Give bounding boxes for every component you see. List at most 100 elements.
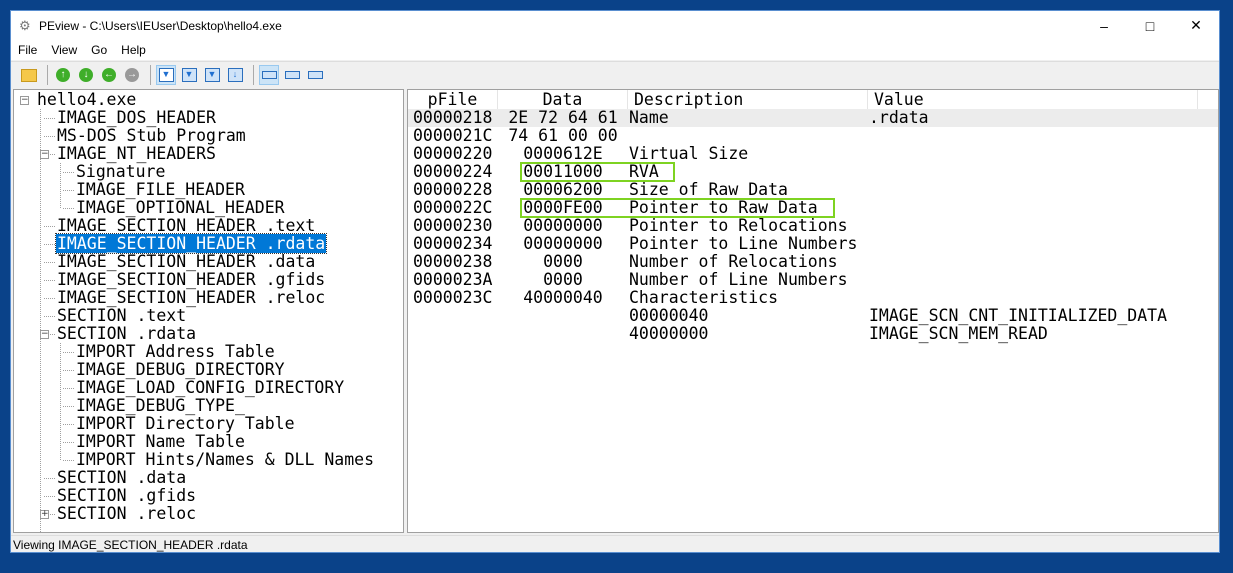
cell-desc[interactable]: Name (629, 109, 869, 127)
cell-data[interactable]: 0000 (498, 271, 628, 289)
collapse-icon[interactable]: − (40, 330, 49, 339)
cell-pfile[interactable]: 00000230 (413, 217, 498, 235)
tree-item[interactable]: SECTION .gfids (56, 487, 197, 505)
cell-pfile[interactable]: 0000021C (413, 127, 498, 145)
cell-data[interactable]: 2E 72 64 61 (498, 109, 628, 127)
tree-item[interactable]: IMAGE_DOS_HEADER (56, 109, 217, 127)
maximize-button[interactable]: □ (1127, 11, 1173, 40)
cell-value[interactable] (869, 127, 1199, 145)
cell-desc[interactable]: Number of Relocations (629, 253, 869, 271)
collapse-icon[interactable]: − (20, 96, 29, 105)
cell-value[interactable] (869, 181, 1199, 199)
cell-pfile[interactable]: 0000023C (413, 289, 498, 307)
cell-value[interactable] (869, 253, 1199, 271)
column-header-data[interactable]: Data (498, 90, 628, 109)
cell-value[interactable] (869, 271, 1199, 289)
cell-value[interactable]: IMAGE_SCN_MEM_READ (869, 325, 1199, 343)
collapse-icon[interactable]: − (40, 150, 49, 159)
cell-desc[interactable]: Pointer to Line Numbers (629, 235, 869, 253)
close-button[interactable]: ✕ (1173, 11, 1219, 40)
view-narrow-button[interactable] (305, 65, 325, 85)
tree-item[interactable]: IMPORT Directory Table (75, 415, 296, 433)
column-header-value[interactable]: Value (868, 90, 1198, 109)
menu-view[interactable]: View (44, 43, 84, 57)
menu-help[interactable]: Help (114, 43, 153, 57)
cell-pfile[interactable] (413, 325, 498, 343)
cell-desc[interactable] (629, 127, 869, 145)
go-down-button[interactable]: ↓ (76, 65, 96, 85)
cell-pfile[interactable]: 0000022C (413, 199, 498, 217)
cell-data[interactable]: 40000040 (498, 289, 628, 307)
cell-value[interactable]: .rdata (869, 109, 1199, 127)
tree-item[interactable]: IMAGE_DEBUG_TYPE_ (75, 397, 246, 415)
tree-item[interactable]: IMAGE_SECTION_HEADER .gfids (56, 271, 326, 289)
menu-file[interactable]: File (11, 43, 44, 57)
cell-pfile[interactable]: 00000220 (413, 145, 498, 163)
cell-desc[interactable]: Characteristics (629, 289, 869, 307)
cell-desc[interactable]: Virtual Size (629, 145, 869, 163)
cell-pfile[interactable] (413, 307, 498, 325)
cell-data[interactable]: 74 61 00 00 (498, 127, 628, 145)
cell-pfile[interactable]: 0000023A (413, 271, 498, 289)
cell-value[interactable] (869, 145, 1199, 163)
minimize-button[interactable]: – (1081, 11, 1127, 40)
tree-item[interactable]: SECTION .text (56, 307, 187, 325)
tree-item[interactable]: IMPORT Hints/Names & DLL Names (75, 451, 375, 469)
cell-data[interactable] (498, 307, 628, 325)
tree-item[interactable]: IMAGE_SECTION_HEADER .rdata (54, 233, 328, 254)
expand-icon[interactable]: + (40, 510, 49, 519)
cell-desc[interactable]: Pointer to Relocations (629, 217, 869, 235)
view-medium-button[interactable] (282, 65, 302, 85)
cell-value[interactable] (869, 163, 1199, 181)
tree-item[interactable]: IMPORT Name Table (75, 433, 246, 451)
tree-item[interactable]: MS-DOS Stub Program (56, 127, 247, 145)
cell-data[interactable]: 0000 (498, 253, 628, 271)
tree-item[interactable]: hello4.exe (36, 91, 137, 109)
open-button[interactable] (19, 65, 39, 85)
column-header-pfile[interactable]: pFile (408, 90, 498, 109)
detail-table[interactable]: pFile Data Description Value 00000218 2E … (407, 89, 1219, 533)
cell-pfile[interactable]: 00000218 (413, 109, 498, 127)
tree-item[interactable]: SECTION .data (56, 469, 187, 487)
cell-value[interactable] (869, 199, 1199, 217)
cell-desc[interactable]: Size of Raw Data (629, 181, 869, 199)
cell-data[interactable]: 00000000 (498, 235, 628, 253)
view-word-button[interactable]: ▼ (202, 65, 222, 85)
tree-item[interactable]: IMAGE_DEBUG_DIRECTORY (75, 361, 286, 379)
view-wide-button[interactable] (259, 65, 279, 85)
column-header-description[interactable]: Description (628, 90, 868, 109)
cell-desc[interactable]: 40000000 (629, 325, 869, 343)
cell-value[interactable] (869, 289, 1199, 307)
forward-button[interactable]: → (122, 65, 142, 85)
cell-pfile[interactable]: 00000238 (413, 253, 498, 271)
tree-item[interactable]: IMAGE_LOAD_CONFIG_DIRECTORY (75, 379, 345, 397)
go-up-button[interactable]: ↑ (53, 65, 73, 85)
cell-pfile[interactable]: 00000228 (413, 181, 498, 199)
view-hex-button[interactable]: ▼ (156, 65, 176, 85)
cell-pfile[interactable]: 00000234 (413, 235, 498, 253)
tree-item[interactable]: IMAGE_NT_HEADERS (56, 145, 217, 163)
cell-value[interactable] (869, 217, 1199, 235)
tree-item[interactable]: IMPORT Address Table (75, 343, 276, 361)
cell-value[interactable] (869, 235, 1199, 253)
cell-desc[interactable]: 00000040 (629, 307, 869, 325)
tree-item[interactable]: IMAGE_SECTION_HEADER .reloc (56, 289, 326, 307)
tree-item[interactable]: IMAGE_OPTIONAL_HEADER (75, 199, 286, 217)
cell-value[interactable]: IMAGE_SCN_CNT_INITIALIZED_DATA (869, 307, 1199, 325)
tree-item[interactable]: IMAGE_SECTION_HEADER .data (56, 253, 316, 271)
cell-desc[interactable]: Number of Line Numbers (629, 271, 869, 289)
view-dword-button[interactable]: ↓ (225, 65, 245, 85)
tree-item[interactable]: IMAGE_SECTION_HEADER .text (56, 217, 316, 235)
tree-item[interactable]: SECTION .rdata (56, 325, 197, 343)
cell-data[interactable]: 00000000 (498, 217, 628, 235)
cell-data[interactable] (498, 325, 628, 343)
cell-data[interactable]: 00006200 (498, 181, 628, 199)
view-byte-button[interactable]: ▼ (179, 65, 199, 85)
back-button[interactable]: ← (99, 65, 119, 85)
cell-pfile[interactable]: 00000224 (413, 163, 498, 181)
cell-data[interactable]: 0000612E (498, 145, 628, 163)
menu-go[interactable]: Go (84, 43, 114, 57)
tree-item[interactable]: SECTION .reloc (56, 505, 197, 523)
structure-tree[interactable]: hello4.exe − IMAGE_DOS_HEADER MS-DOS Stub P… (13, 89, 404, 533)
tree-item[interactable]: Signature (75, 163, 166, 181)
